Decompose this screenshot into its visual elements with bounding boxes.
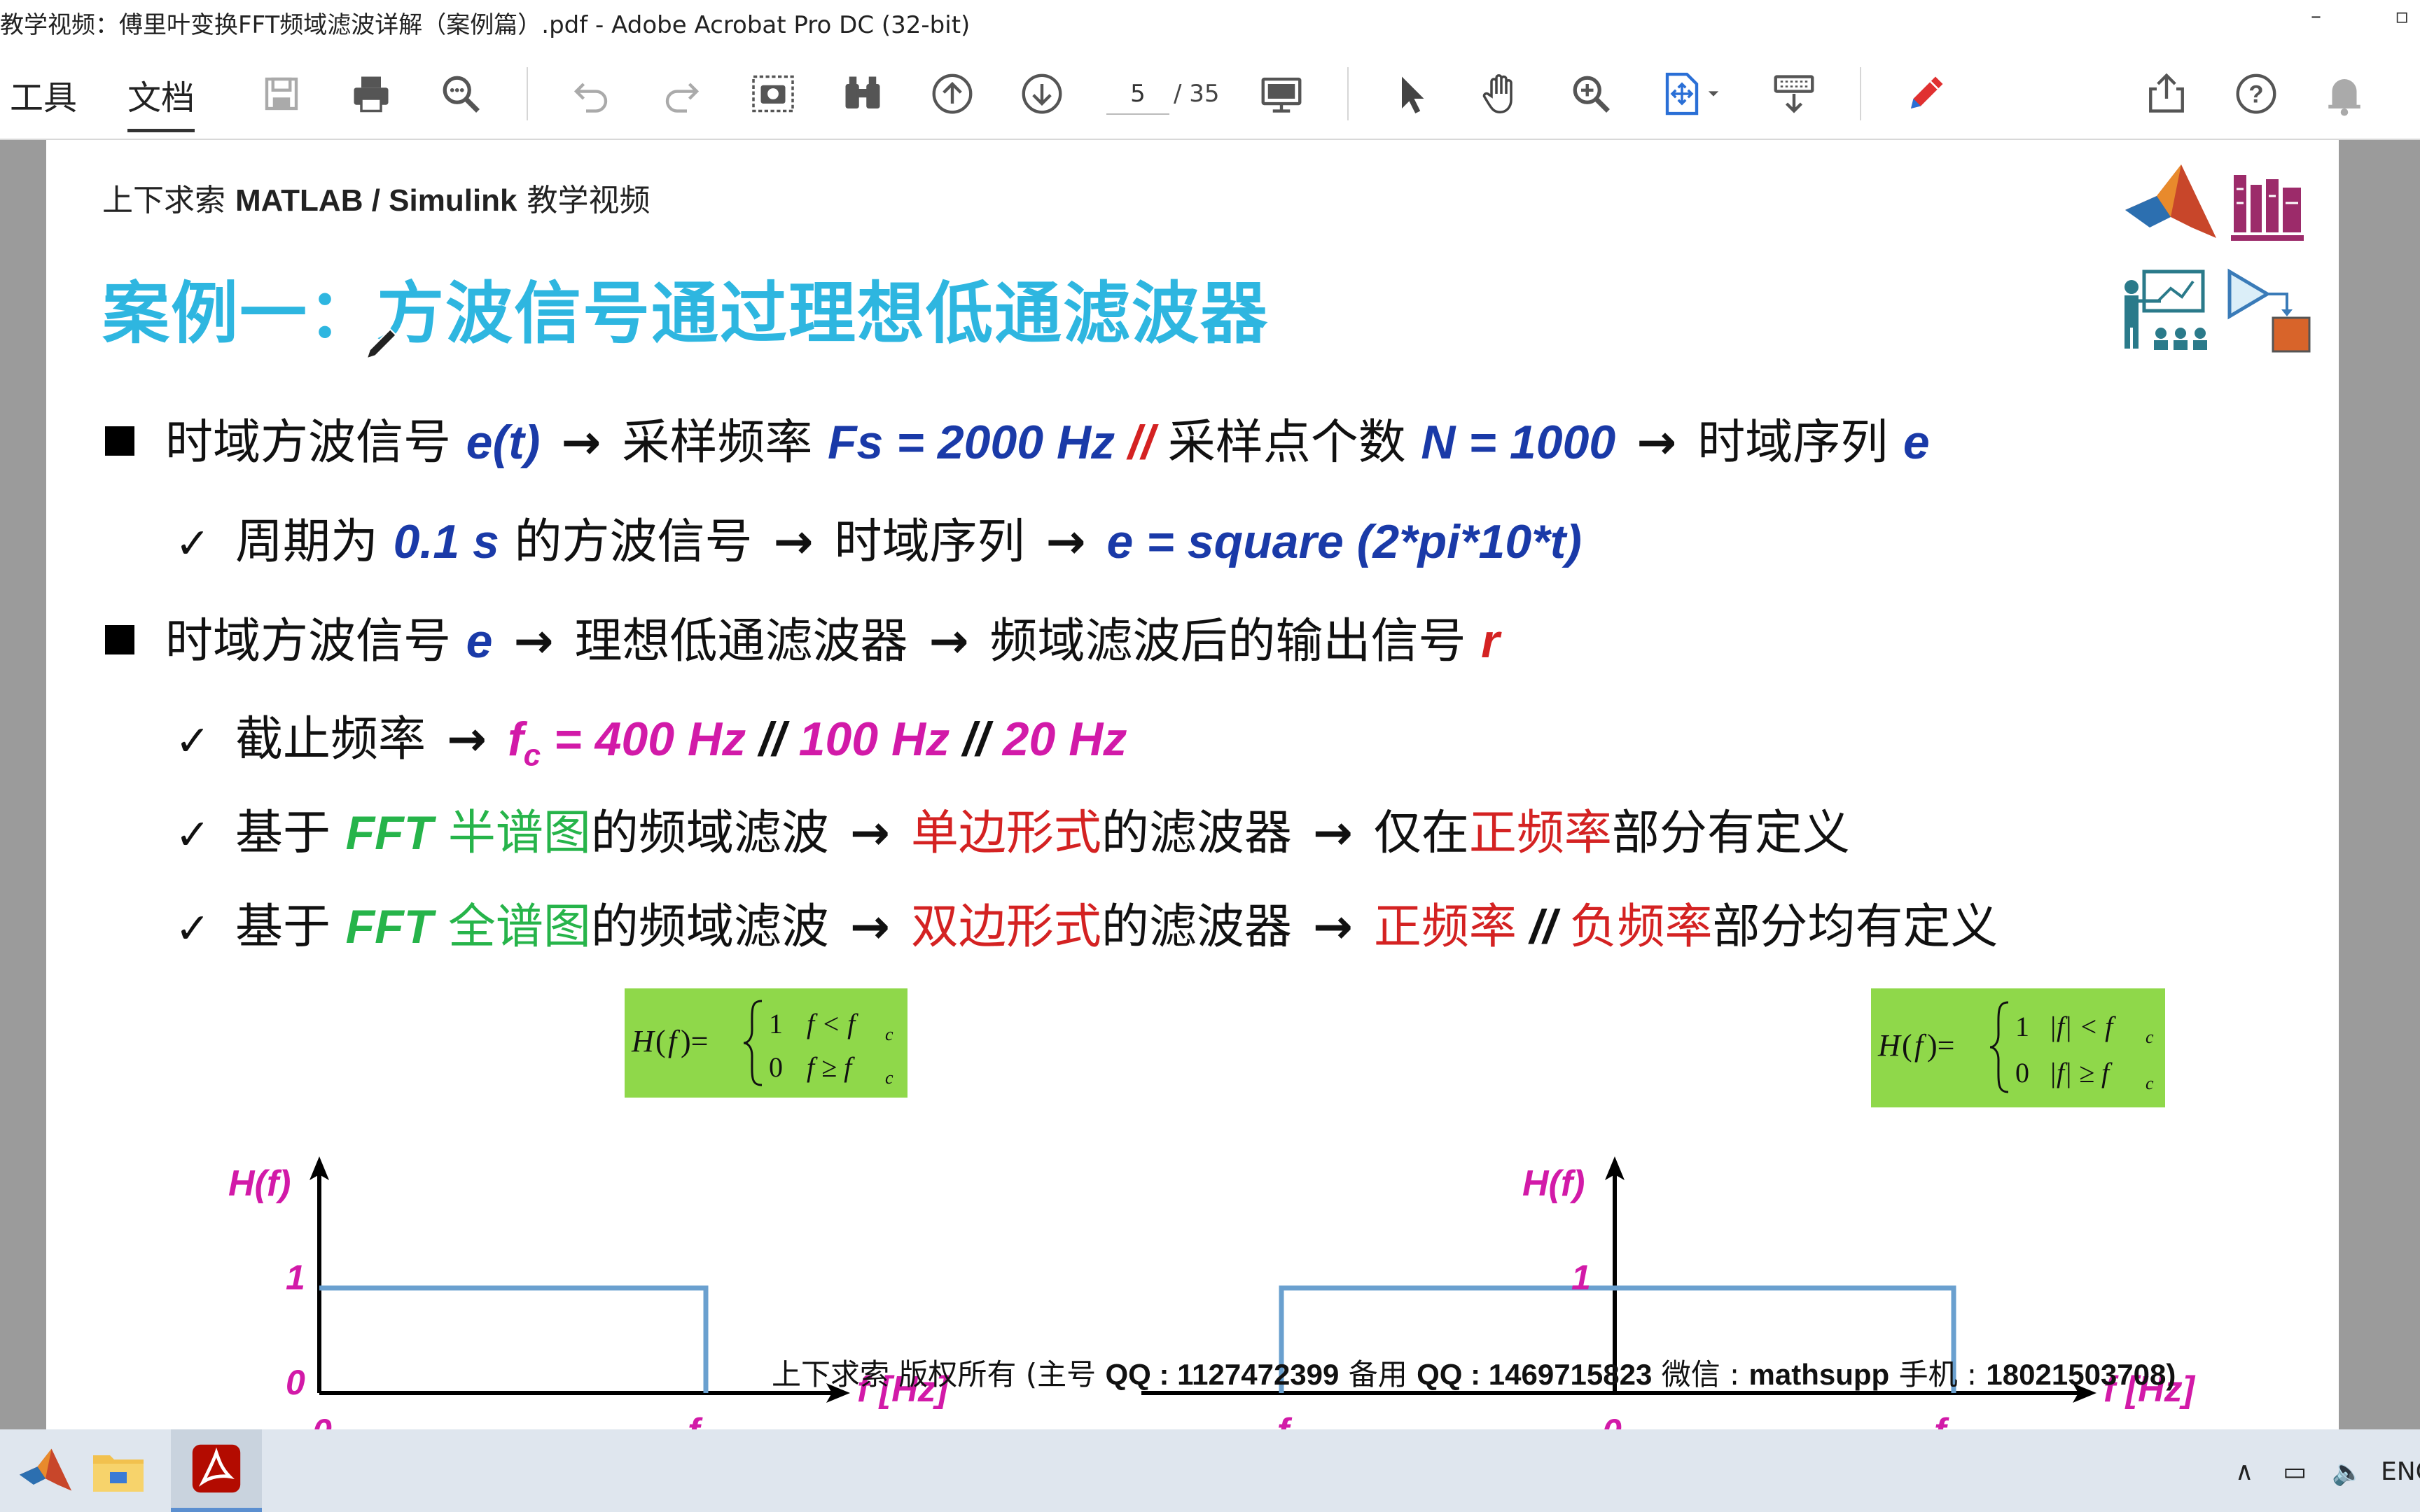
svg-text:|f| < f: |f| < f <box>2049 1011 2116 1042</box>
page-up-icon[interactable] <box>926 67 979 120</box>
bullet-2: 时域方波信号 e → 理想低通滤波器 → 频域滤波后的输出信号 r <box>105 602 1500 671</box>
minimize-button[interactable]: – <box>2311 4 2321 29</box>
undo-icon[interactable] <box>564 67 618 120</box>
language-indicator[interactable]: ENG <box>2381 1457 2420 1486</box>
fit-page-icon[interactable] <box>1655 67 1709 120</box>
slide-footer: 上下求索 版权所有 (主号 QQ : 1127472399 备用 QQ : 14… <box>772 1357 2176 1392</box>
bullet-square-icon <box>105 426 134 456</box>
svg-text:?: ? <box>2248 80 2263 108</box>
file-explorer-icon[interactable] <box>73 1429 164 1512</box>
sub-bullet-2: ✓ 截止频率 → fc = 400 Hz // 100 Hz // 20 Hz <box>175 712 1127 773</box>
svg-text:0: 0 <box>769 1051 783 1083</box>
library-icon <box>2231 175 2304 241</box>
svg-text:H: H <box>1877 1028 1902 1063</box>
svg-text:c: c <box>2146 1073 2154 1093</box>
formula-box-1: H ( f )= 1 f < f c 0 f ≥ f c <box>625 988 908 1098</box>
save-icon[interactable] <box>255 67 308 120</box>
y-tick-1: 1 <box>286 1258 305 1297</box>
svg-text:(: ( <box>1902 1028 1912 1063</box>
svg-text:c: c <box>885 1024 893 1044</box>
matlab-logo-icon <box>2125 164 2216 238</box>
tray-chevron[interactable]: ∧ <box>2235 1457 2253 1486</box>
pen-icon[interactable] <box>1899 67 1952 120</box>
share-icon[interactable] <box>2140 67 2193 120</box>
search-icon[interactable] <box>434 67 487 120</box>
y-tick-1: 1 <box>1571 1258 1591 1297</box>
page-down-icon[interactable] <box>1015 67 1069 120</box>
svg-text:)=: )= <box>681 1024 708 1058</box>
svg-text:c: c <box>2146 1027 2154 1047</box>
y-axis-label: H(f) <box>228 1163 291 1204</box>
svg-text:1: 1 <box>769 1008 783 1040</box>
zoom-in-icon[interactable] <box>1564 67 1618 120</box>
taskbar: ∧ ▭ 🔈 ENG <box>0 1429 2420 1512</box>
sub-bullet-3: ✓ 基于 FFT 半谱图的频域滤波 → 单边形式的滤波器 → 仅在正频率部分有定义 <box>175 806 1850 861</box>
window-title: 教学视频：傅里叶变换FFT频域滤波详解（案例篇）.pdf - Adobe Acr… <box>0 11 971 39</box>
slide-title: 案例一：方波信号通过理想低通滤波器 <box>102 274 1269 353</box>
svg-text:0: 0 <box>2015 1057 2029 1088</box>
battery-icon[interactable]: ▭ <box>2283 1457 2307 1486</box>
tab-tools[interactable]: 工具 <box>10 70 77 119</box>
x-tick-neg-fc: - fc <box>1255 1411 1303 1429</box>
pen-cursor-icon <box>365 328 398 360</box>
page-number-input[interactable]: 5 <box>1106 73 1169 115</box>
select-cursor-icon[interactable] <box>1385 67 1438 120</box>
teacher-icon <box>2125 270 2207 350</box>
svg-text:f: f <box>668 1024 681 1058</box>
svg-text:c: c <box>885 1068 893 1088</box>
volume-icon[interactable]: 🔈 <box>2332 1457 2363 1487</box>
slide-header: 上下求索 MATLAB / Simulink 教学视频 <box>102 183 651 218</box>
svg-text:f < f: f < f <box>807 1008 858 1040</box>
keyboard-icon[interactable] <box>1767 67 1821 120</box>
bell-icon[interactable] <box>2318 67 2371 120</box>
hand-icon[interactable] <box>1475 67 1528 120</box>
y-axis-label: H(f) <box>1522 1163 1585 1204</box>
toolbar: 工具 文档 5 / 35 ? <box>0 46 2420 140</box>
sub-bullet-1: ✓ 周期为 0.1 s 的方波信号 → 时域序列 → e = square (2*pi*1… <box>175 514 1582 570</box>
sub-bullet-4: ✓ 基于 FFT 全谱图的频域滤波 → 双边形式的滤波器 → 正频率 // 负频率部分均有… <box>175 899 1998 955</box>
document-viewer[interactable]: 上下求索 MATLAB / Simulink 教学视频 案例一：方波信号通过理想… <box>0 140 2420 1429</box>
simulink-icon <box>2227 268 2311 353</box>
svg-text:1: 1 <box>2015 1011 2029 1042</box>
redo-icon[interactable] <box>655 67 709 120</box>
y-tick-0: 0 <box>286 1363 305 1402</box>
x-tick-fc: fc <box>1934 1411 1960 1429</box>
filter-response-line <box>319 1285 709 1393</box>
svg-text:f: f <box>1914 1028 1927 1063</box>
tab-document[interactable]: 文档 <box>127 70 195 132</box>
chevron-down-icon[interactable] <box>1703 67 1724 120</box>
restore-button[interactable]: ▫ <box>2395 4 2409 29</box>
svg-text:(: ( <box>655 1024 666 1058</box>
check-icon: ✓ <box>175 519 211 568</box>
pdf-page: 上下求索 MATLAB / Simulink 教学视频 案例一：方波信号通过理想… <box>46 140 2339 1429</box>
binoculars-icon[interactable] <box>836 67 889 120</box>
page-total: / 35 <box>1174 80 1220 108</box>
title-bar: 教学视频：傅里叶变换FFT频域滤波详解（案例篇）.pdf - Adobe Acr… <box>0 0 2420 46</box>
svg-text:H: H <box>631 1024 655 1058</box>
check-icon: ✓ <box>175 811 211 860</box>
x-tick-fc: fc <box>688 1411 714 1429</box>
formula-box-2: H ( f )= 1 |f| < f c 0 |f| ≥ f c <box>1871 988 2165 1107</box>
svg-text:|f| ≥ f: |f| ≥ f <box>2049 1057 2113 1088</box>
help-icon[interactable]: ? <box>2230 67 2283 120</box>
print-icon[interactable] <box>345 67 398 120</box>
check-icon: ✓ <box>175 717 211 766</box>
bullet-1: 时域方波信号 e(t) → 采样频率 Fs = 2000 Hz // 采样点个数 N… <box>105 403 1930 472</box>
presentation-icon[interactable] <box>1255 67 1308 120</box>
svg-text:)=: )= <box>1927 1028 1954 1063</box>
check-icon: ✓ <box>175 904 211 953</box>
snapshot-icon[interactable] <box>746 67 800 120</box>
svg-text:f ≥ f: f ≥ f <box>807 1051 855 1083</box>
acrobat-taskbar-icon[interactable] <box>171 1429 262 1512</box>
x-tick-0: 0 <box>312 1412 332 1429</box>
bullet-square-icon <box>105 625 134 654</box>
x-tick-0: 0 <box>1602 1412 1622 1429</box>
